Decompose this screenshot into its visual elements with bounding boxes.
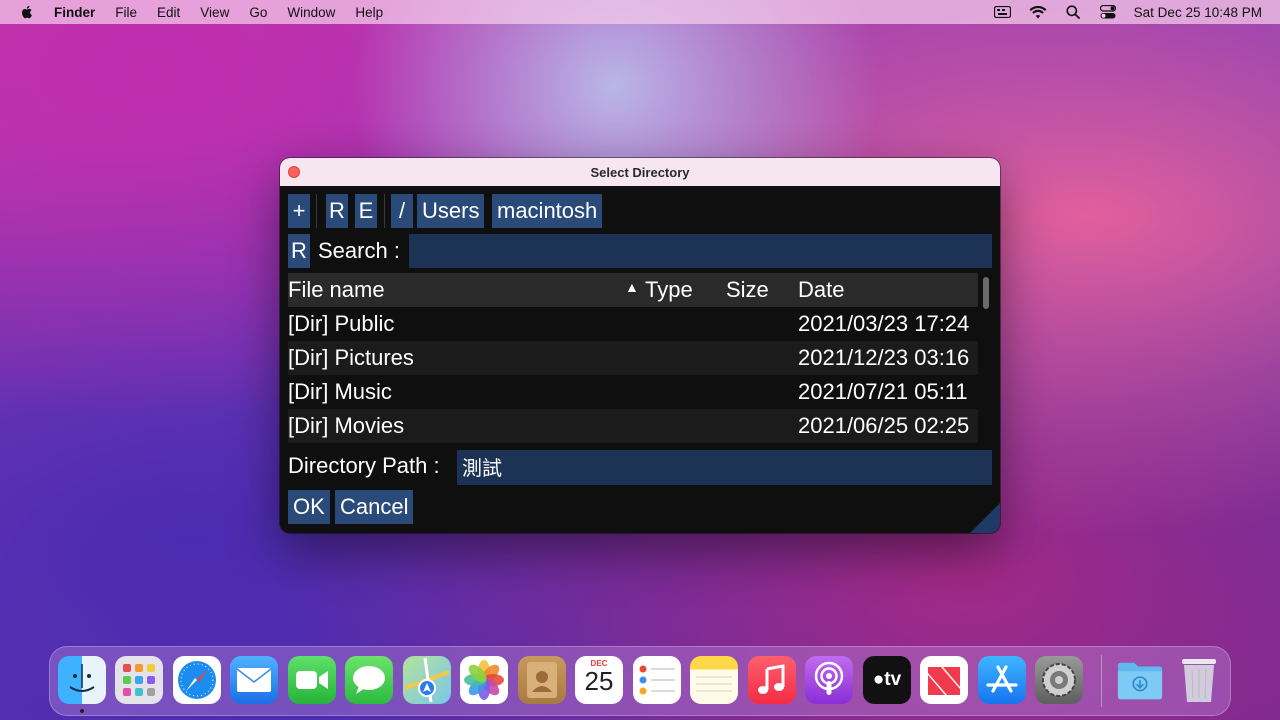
control-center-icon[interactable] [1099,5,1117,19]
apple-menu-icon[interactable] [19,4,35,20]
ok-button[interactable]: OK [288,490,330,524]
column-header-date[interactable]: Date [798,273,844,307]
launchpad-icon[interactable] [115,656,163,704]
dialog-titlebar[interactable]: Select Directory [280,158,1000,186]
select-directory-dialog: Select Directory + R E / Users macintosh… [280,158,1000,533]
facetime-icon[interactable] [288,656,336,704]
notes-icon[interactable] [690,656,738,704]
path-segment-users[interactable]: Users [417,194,485,228]
cancel-button[interactable]: Cancel [335,490,414,524]
search-input[interactable] [409,234,992,268]
dock-divider [1101,655,1102,707]
edit-path-button[interactable]: E [355,194,377,228]
downloads-folder-icon[interactable] [1116,656,1164,704]
dock: DEC 25 ●tv [49,646,1231,716]
row-name: [Dir] Movies [288,413,405,438]
spotlight-search-icon[interactable] [1064,5,1082,19]
row-date: 2021/03/23 17:24 [798,311,970,336]
reminders-icon[interactable] [633,656,681,704]
column-header-file-name[interactable]: File name [288,273,385,307]
running-indicator [80,709,84,713]
sort-ascending-icon: ▲ [625,279,639,295]
maps-icon[interactable] [403,656,451,704]
column-header-size[interactable]: Size [726,273,769,307]
table-row[interactable]: [Dir] Pictures 2021/12/23 03:16 [288,341,978,375]
file-table: File name ▲ Type Size Date [Dir] Public … [288,273,978,443]
dialog-content: + R E / Users macintosh R Search : File … [288,186,992,533]
row-date: 2021/12/23 03:16 [798,345,970,370]
column-header-type[interactable]: Type [645,273,693,307]
resize-grip[interactable] [970,503,1000,533]
photos-icon[interactable] [460,656,508,704]
toolbar-divider [316,194,317,228]
menu-view[interactable]: View [200,5,229,20]
calendar-day: 25 [584,666,614,696]
directory-path-label: Directory Path : [288,453,440,478]
app-store-icon[interactable] [978,656,1026,704]
table-scrollbar[interactable] [980,273,992,443]
finder-icon[interactable] [58,656,106,704]
reset-path-button[interactable]: R [326,194,348,228]
messages-icon[interactable] [345,656,393,704]
directory-path-input[interactable]: 測試 [457,450,992,485]
table-row[interactable]: [Dir] Public 2021/03/23 17:24 [288,307,978,341]
menu-help[interactable]: Help [355,5,383,20]
create-directory-button[interactable]: + [288,194,310,228]
row-name: [Dir] Pictures [288,345,414,370]
safari-icon[interactable] [173,656,221,704]
table-row[interactable]: [Dir] Movies 2021/06/25 02:25 [288,409,978,443]
path-segment-macintosh[interactable]: macintosh [492,194,603,228]
mail-icon[interactable] [230,656,278,704]
scrollbar-thumb[interactable] [983,277,989,309]
wifi-icon[interactable] [1029,5,1047,19]
close-window-button[interactable] [288,166,300,178]
search-label: Search : [318,238,400,263]
system-preferences-icon[interactable] [1035,656,1083,704]
tv-label: ●tv [872,669,902,690]
reset-search-button[interactable]: R [288,234,310,268]
path-segment-root[interactable]: / [391,194,413,228]
row-name: [Dir] Public [288,311,395,336]
news-icon[interactable] [920,656,968,704]
menu-clock[interactable]: Sat Dec 25 10:48 PM [1134,5,1262,20]
music-icon[interactable] [748,656,796,704]
menu-file[interactable]: File [115,5,137,20]
menu-edit[interactable]: Edit [157,5,180,20]
keyboard-input-icon[interactable] [994,5,1012,19]
table-row[interactable]: [Dir] Music 2021/07/21 05:11 [288,375,978,409]
toolbar-divider [384,194,385,228]
menu-bar: Finder File Edit View Go Window Help Sat… [0,0,1280,24]
menu-window[interactable]: Window [287,5,335,20]
menu-go[interactable]: Go [249,5,267,20]
podcasts-icon[interactable] [805,656,853,704]
table-header: File name ▲ Type Size Date [288,273,978,307]
dialog-title: Select Directory [590,164,690,180]
calendar-icon[interactable]: DEC 25 [575,656,623,704]
menu-app-name[interactable]: Finder [54,5,95,20]
contacts-icon[interactable] [518,656,566,704]
trash-icon[interactable] [1175,656,1223,704]
row-date: 2021/07/21 05:11 [798,379,968,404]
row-name: [Dir] Music [288,379,392,404]
apple-tv-icon[interactable]: ●tv [863,656,911,704]
row-date: 2021/06/25 02:25 [798,413,970,438]
